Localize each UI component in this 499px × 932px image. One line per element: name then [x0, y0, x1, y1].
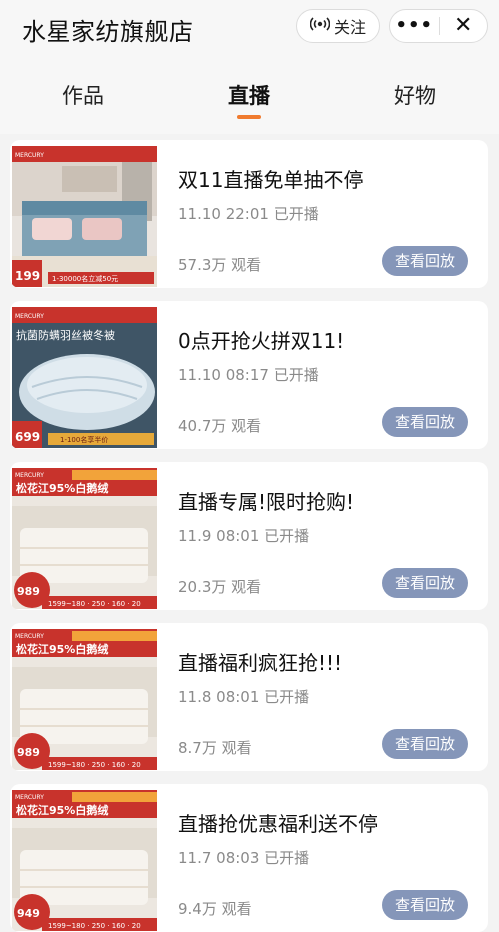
view-replay-button[interactable]: 查看回放 — [382, 568, 468, 598]
live-thumbnail[interactable]: MERCURY 松花江95%白鹅绒 989 1599~180 · 250 · 1… — [12, 468, 157, 609]
view-count: 8.7万 观看 — [178, 739, 252, 757]
thumb-banner: 1-100名享半价 — [60, 435, 108, 444]
live-card[interactable]: MERCURY 抗菌防螨羽丝被冬被 699 1-100名享半价 0点开抢火拼双1… — [10, 301, 488, 449]
live-thumbnail[interactable]: MERCURY 199 1-30000名立减50元 — [12, 146, 157, 287]
thumb-brand: MERCURY — [15, 633, 44, 640]
thumb-headline: 松花江95%白鹅绒 — [16, 803, 108, 817]
thumb-brand: MERCURY — [15, 472, 44, 479]
live-time: 11.10 08:17 已开播 — [178, 366, 319, 384]
active-tab-indicator — [237, 115, 261, 119]
tab-live[interactable]: 直播 — [228, 80, 270, 110]
live-card[interactable]: MERCURY 松花江95%白鹅绒 949 1599~180 · 250 · 1… — [10, 784, 488, 932]
live-time: 11.9 08:01 已开播 — [178, 527, 310, 545]
thumb-headline: 抗菌防螨羽丝被冬被 — [16, 328, 115, 342]
follow-label: 关注 — [333, 18, 366, 37]
live-title: 双11直播免单抽不停 — [178, 168, 364, 192]
thumb-banner: 1599~180 · 250 · 160 · 20 — [48, 922, 141, 930]
tab-goods[interactable]: 好物 — [394, 80, 436, 110]
live-title: 直播抢优惠福利送不停 — [178, 812, 378, 836]
live-time: 11.7 08:03 已开播 — [178, 849, 310, 867]
thumb-banner: 1-30000名立减50元 — [52, 274, 118, 283]
close-icon[interactable]: ✕ — [439, 11, 487, 41]
view-count: 40.7万 观看 — [178, 417, 262, 435]
more-icon[interactable]: ••• — [390, 11, 439, 41]
tab-works[interactable]: 作品 — [62, 80, 104, 110]
live-title: 直播专属!限时抢购! — [178, 490, 355, 514]
view-replay-button[interactable]: 查看回放 — [382, 407, 468, 437]
thumb-price: 989 — [17, 585, 40, 598]
live-title: 0点开抢火拼双11! — [178, 329, 345, 353]
live-card[interactable]: MERCURY 松花江95%白鹅绒 989 1599~180 · 250 · 1… — [10, 462, 488, 610]
thumb-brand: MERCURY — [15, 794, 44, 801]
view-replay-button[interactable]: 查看回放 — [382, 246, 468, 276]
top-bar: 水星家纺旗舰店 关注 ••• ✕ — [0, 0, 499, 56]
live-thumbnail[interactable]: MERCURY 松花江95%白鹅绒 989 1599~180 · 250 · 1… — [12, 629, 157, 770]
thumb-banner: 1599~180 · 250 · 160 · 20 — [48, 761, 141, 769]
thumb-headline: 松花江95%白鹅绒 — [16, 481, 108, 495]
thumb-banner: 1599~180 · 250 · 160 · 20 — [48, 600, 141, 608]
follow-button[interactable]: 关注 — [296, 9, 380, 43]
mini-program-capsule: ••• ✕ — [389, 9, 488, 43]
thumb-brand: MERCURY — [15, 313, 44, 320]
view-count: 57.3万 观看 — [178, 256, 262, 274]
thumb-price: 699 — [15, 430, 40, 444]
broadcast-icon — [309, 16, 331, 36]
view-count: 9.4万 观看 — [178, 900, 252, 918]
live-card[interactable]: MERCURY 199 1-30000名立减50元 双11直播免单抽不停 11.… — [10, 140, 488, 288]
view-replay-button[interactable]: 查看回放 — [382, 729, 468, 759]
thumb-price: 949 — [17, 907, 40, 920]
view-replay-button[interactable]: 查看回放 — [382, 890, 468, 920]
live-thumbnail[interactable]: MERCURY 松花江95%白鹅绒 949 1599~180 · 250 · 1… — [12, 790, 157, 931]
tab-bar: 作品 直播 好物 — [0, 56, 499, 134]
thumb-headline: 松花江95%白鹅绒 — [16, 642, 108, 656]
live-title: 直播福利疯狂抢!!! — [178, 651, 343, 675]
thumb-brand: MERCURY — [15, 152, 44, 159]
view-count: 20.3万 观看 — [178, 578, 262, 596]
live-card[interactable]: MERCURY 松花江95%白鹅绒 989 1599~180 · 250 · 1… — [10, 623, 488, 771]
live-thumbnail[interactable]: MERCURY 抗菌防螨羽丝被冬被 699 1-100名享半价 — [12, 307, 157, 448]
thumb-price: 989 — [17, 746, 40, 759]
thumb-price: 199 — [15, 269, 40, 283]
shop-name: 水星家纺旗舰店 — [22, 18, 194, 46]
live-time: 11.10 22:01 已开播 — [178, 205, 319, 223]
live-time: 11.8 08:01 已开播 — [178, 688, 310, 706]
